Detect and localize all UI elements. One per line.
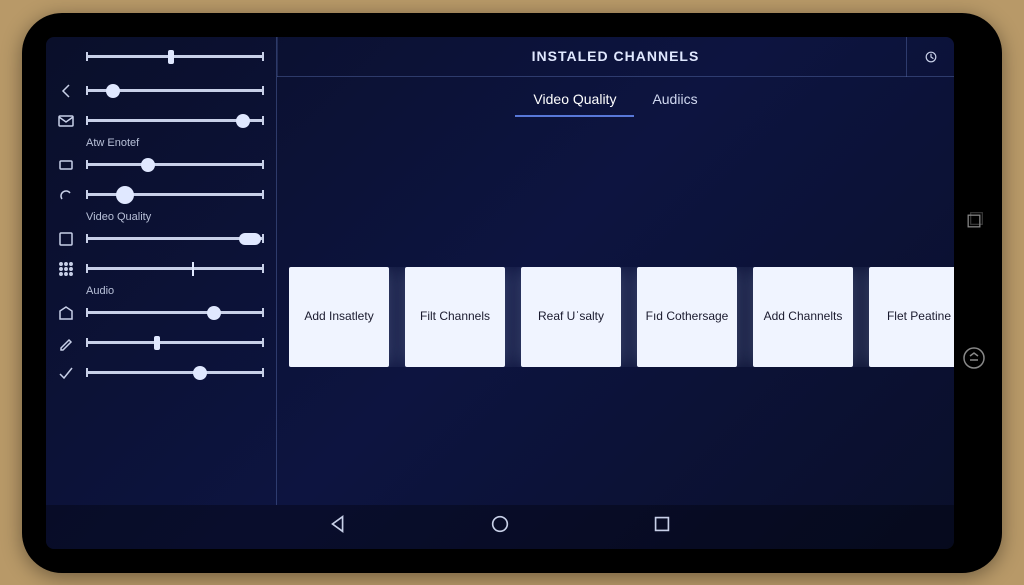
page-title: INSTALED CHANNELS — [277, 48, 954, 64]
refresh-button[interactable] — [906, 37, 954, 77]
cards-row[interactable]: Add Insatlety Filt Channels Reaf Uˈsalty… — [289, 267, 954, 367]
loop-icon — [56, 185, 76, 205]
tablet-frame: Atw Enotef Video Quality — [22, 13, 1002, 573]
nav-recent-button[interactable] — [651, 513, 673, 540]
nav-home-button[interactable] — [489, 513, 511, 540]
tag-icon — [56, 303, 76, 323]
chevron-left-icon — [56, 81, 76, 101]
crop-icon — [56, 229, 76, 249]
card-3[interactable]: Fıd Cothersage — [637, 267, 737, 367]
tab-audiics[interactable]: Audiics — [634, 83, 715, 117]
content-area: Atw Enotef Video Quality — [46, 37, 954, 505]
card-5[interactable]: Flet Peatine — [869, 267, 954, 367]
slider-label-6: Audio — [56, 285, 264, 297]
card-2[interactable]: Reaf Uˈsalty — [521, 267, 621, 367]
slider-row-3[interactable] — [56, 183, 264, 207]
android-navbar — [46, 505, 954, 549]
top-slider[interactable] — [56, 45, 264, 73]
slider-row-1[interactable] — [56, 109, 264, 133]
slider-row-0[interactable] — [56, 79, 264, 103]
hardware-side — [958, 13, 990, 573]
nav-back-button[interactable] — [327, 513, 349, 540]
slider-row-8[interactable] — [56, 361, 264, 385]
slider-label-1: Atw Enotef — [56, 137, 264, 149]
header: INSTALED CHANNELS — [277, 37, 954, 77]
slider-row-4[interactable] — [56, 227, 264, 251]
sidebar: Atw Enotef Video Quality — [46, 37, 276, 505]
screen: Atw Enotef Video Quality — [46, 37, 954, 549]
check-icon — [56, 363, 76, 383]
slider-row-6[interactable] — [56, 301, 264, 325]
slider-row-7[interactable] — [56, 331, 264, 355]
main-panel: INSTALED CHANNELS Video Quality Audiics … — [276, 37, 954, 505]
slider-row-5[interactable] — [56, 257, 264, 281]
slider-label-4: Video Quality — [56, 211, 264, 223]
mail-icon — [56, 111, 76, 131]
pen-icon — [56, 333, 76, 353]
slider-row-2[interactable] — [56, 153, 264, 177]
card-4[interactable]: Add Channelts — [753, 267, 853, 367]
rect-icon — [56, 155, 76, 175]
grid-icon — [56, 259, 76, 279]
tabs: Video Quality Audiics — [277, 83, 954, 117]
card-0[interactable]: Add Insatlety — [289, 267, 389, 367]
cards-container: Add Insatlety Filt Channels Reaf Uˈsalty… — [277, 117, 954, 505]
hw-recent-icon — [964, 211, 984, 236]
card-1[interactable]: Filt Channels — [405, 267, 505, 367]
tab-video-quality[interactable]: Video Quality — [515, 83, 634, 117]
hw-power-icon — [962, 346, 986, 375]
